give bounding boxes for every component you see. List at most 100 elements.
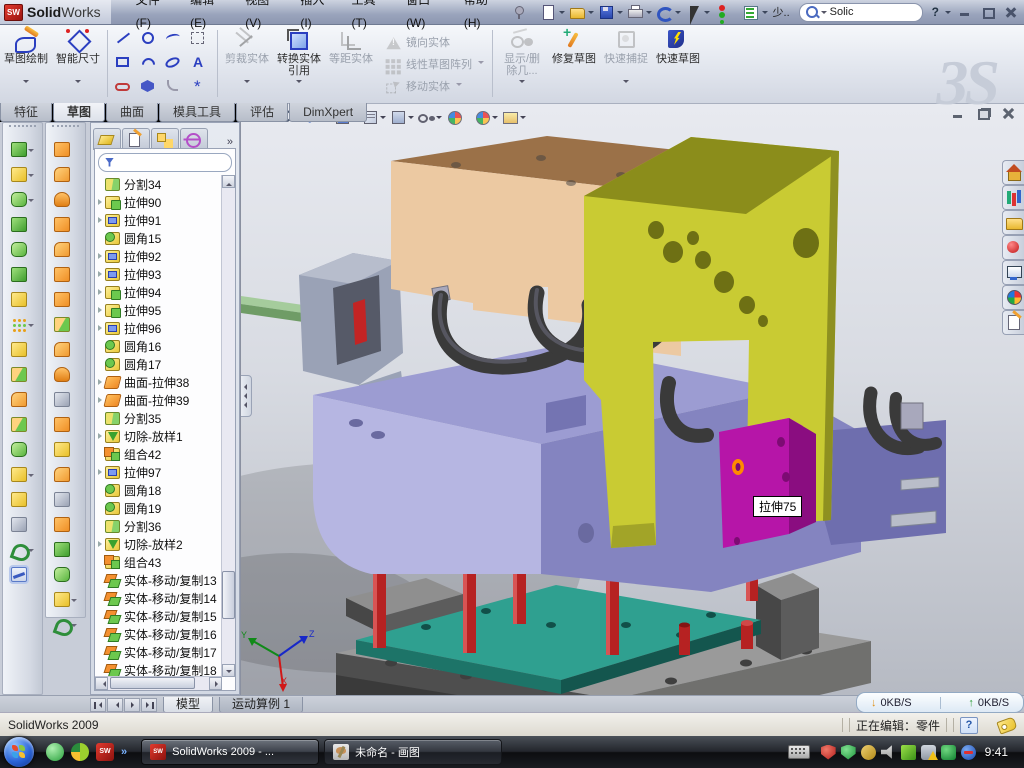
command-tab[interactable]: 评估: [236, 103, 288, 122]
tree-item[interactable]: 圆角15: [95, 229, 222, 247]
toolbar-button[interactable]: [3, 262, 42, 287]
display-delete-relations-button[interactable]: 显示/删除几...: [496, 24, 548, 103]
print-button[interactable]: [625, 3, 645, 21]
text-tool-icon[interactable]: [188, 52, 212, 75]
file-explorer-tab[interactable]: [1002, 210, 1024, 235]
apply-scene-icon[interactable]: [473, 108, 492, 125]
arc-tool-icon[interactable]: [138, 52, 162, 75]
assembly-3d-model[interactable]: X Y Z: [241, 103, 1024, 695]
menu-item[interactable]: 插入(I): [289, 0, 340, 35]
pin-icon[interactable]: [509, 3, 529, 21]
tree-item[interactable]: 拉伸94: [95, 283, 222, 301]
toolbar-button[interactable]: [3, 487, 42, 512]
options-list-button[interactable]: [741, 3, 761, 21]
taskbar-clock[interactable]: 9:41: [981, 745, 1016, 759]
network-speed-widget[interactable]: ↓ 0KB/S ↑ 0KB/S: [856, 692, 1024, 713]
tree-item[interactable]: 分割36: [95, 517, 222, 535]
convert-entities-button[interactable]: 转换实体引用: [273, 24, 325, 103]
toolbar-button[interactable]: [3, 412, 42, 437]
tree-item[interactable]: 实体-移动/复制15: [95, 607, 222, 625]
tray-volume-icon[interactable]: [881, 745, 896, 760]
expand-icon[interactable]: [95, 469, 104, 475]
quick-launch-overflow-icon[interactable]: »: [121, 743, 127, 761]
linear-sketch-pattern-button[interactable]: 线性草图阵列: [379, 54, 487, 74]
last-tab-button[interactable]: [141, 698, 157, 712]
previous-tab-button[interactable]: [107, 698, 123, 712]
tray-health-icon[interactable]: [941, 745, 956, 760]
quick-tips-button[interactable]: ?: [960, 717, 978, 734]
toolbar-button[interactable]: [46, 287, 85, 312]
tray-network-warning-icon[interactable]: [921, 745, 936, 760]
scroll-thumb[interactable]: [110, 677, 195, 689]
toolbar-button[interactable]: [3, 387, 42, 412]
help-button[interactable]: ?: [929, 5, 942, 19]
toolbar-grip[interactable]: [9, 125, 36, 133]
toolbar-button[interactable]: [46, 537, 85, 562]
dropdown-caret-icon[interactable]: [761, 3, 768, 21]
expand-icon[interactable]: [95, 325, 104, 331]
menu-item[interactable]: 编辑(E): [179, 0, 234, 35]
toolbar-button[interactable]: [3, 537, 42, 562]
quick-launch-messenger-icon[interactable]: [46, 743, 64, 761]
tree-item[interactable]: 实体-移动/复制18: [95, 661, 222, 677]
view-palette-tab[interactable]: [1002, 260, 1024, 285]
quick-snaps-button[interactable]: 快速捕捉: [600, 24, 652, 103]
tree-item[interactable]: 曲面-拉伸38: [95, 373, 222, 391]
command-tab[interactable]: DimXpert: [289, 103, 367, 122]
custom-properties-tab[interactable]: [1002, 310, 1024, 335]
tree-item[interactable]: 分割34: [95, 175, 222, 193]
trim-entities-button[interactable]: 剪裁实体: [221, 24, 273, 103]
expand-icon[interactable]: [95, 199, 104, 205]
quick-launch-app-icon[interactable]: [71, 743, 89, 761]
tree-item[interactable]: 拉伸92: [95, 247, 222, 265]
command-tab[interactable]: 特征: [0, 103, 52, 122]
configurationmanager-tab[interactable]: [151, 128, 179, 150]
menu-item[interactable]: 窗口(W): [395, 0, 453, 35]
close-button[interactable]: [1002, 5, 1020, 20]
expand-icon[interactable]: [95, 289, 104, 295]
command-tab[interactable]: 模具工具: [159, 103, 235, 122]
toolbar-button[interactable]: [3, 212, 42, 237]
tree-item[interactable]: 拉伸91: [95, 211, 222, 229]
quick-launch-solidworks-icon[interactable]: SW: [96, 743, 114, 761]
scroll-thumb[interactable]: [222, 571, 235, 619]
search-dropdown-icon[interactable]: [821, 11, 827, 17]
point-tool-icon[interactable]: [188, 76, 212, 99]
toolbar-button[interactable]: [46, 612, 85, 637]
toolbar-button[interactable]: [3, 312, 42, 337]
tray-download-icon[interactable]: [961, 745, 976, 760]
expand-icon[interactable]: [95, 253, 104, 259]
toolbar-button[interactable]: [3, 237, 42, 262]
smart-dimension-button[interactable]: 智能尺寸: [52, 24, 104, 103]
menu-item[interactable]: 工具(T): [341, 0, 396, 35]
toolbar-button[interactable]: [3, 337, 42, 362]
start-button[interactable]: [4, 737, 34, 767]
menu-item[interactable]: 视图(V): [234, 0, 289, 35]
offset-entities-button[interactable]: 等距实体: [325, 24, 377, 103]
next-tab-button[interactable]: [124, 698, 140, 712]
tag-icon[interactable]: [996, 716, 1017, 734]
input-method-icon[interactable]: [788, 745, 810, 759]
toolbar-button[interactable]: [46, 262, 85, 287]
view-settings-icon[interactable]: [501, 108, 520, 125]
traffic-light-icon[interactable]: [712, 3, 732, 21]
first-tab-button[interactable]: [90, 698, 106, 712]
menu-item[interactable]: 帮助(H): [453, 0, 509, 35]
scroll-up-icon[interactable]: [222, 175, 235, 188]
toolbar-button[interactable]: [3, 187, 42, 212]
tree-horizontal-scrollbar[interactable]: [95, 676, 222, 690]
tree-item[interactable]: 圆角18: [95, 481, 222, 499]
toolbar-button[interactable]: [46, 162, 85, 187]
slot-tool-icon[interactable]: [113, 76, 137, 99]
toolbar-button[interactable]: [46, 137, 85, 162]
toolbar-button[interactable]: [46, 387, 85, 412]
taskbar-window-button[interactable]: 未命名 - 画图: [324, 739, 502, 765]
dropdown-caret-icon[interactable]: [616, 3, 623, 21]
toolbar-button[interactable]: [3, 362, 42, 387]
tree-item[interactable]: 圆角19: [95, 499, 222, 517]
expand-icon[interactable]: [95, 379, 104, 385]
dropdown-caret-icon[interactable]: [645, 3, 652, 21]
move-entities-button[interactable]: 移动实体: [379, 76, 487, 96]
help-caret-icon[interactable]: [944, 3, 951, 21]
rectangle-tool-icon[interactable]: [113, 52, 137, 75]
